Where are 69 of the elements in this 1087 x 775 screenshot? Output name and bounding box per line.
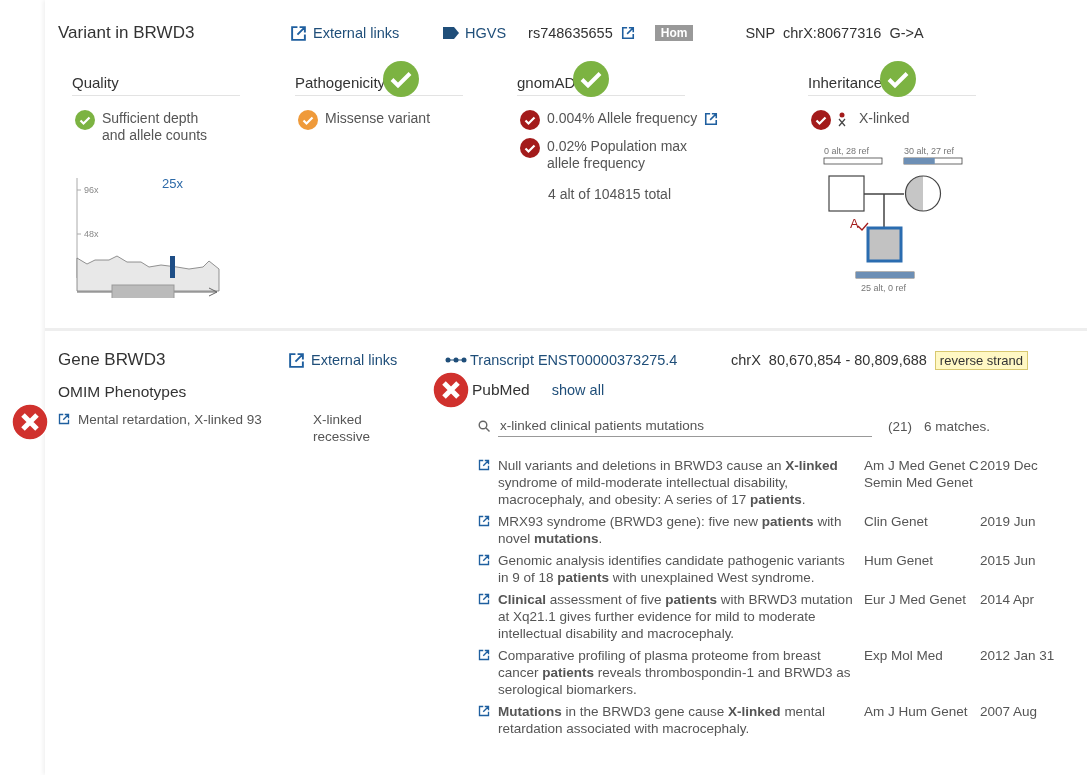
coverage-chart: 96x 48x 25x: [72, 168, 222, 298]
article-title: Null variants and deletions in BRWD3 cause an X-linked syndrome of mild-moderate intellectual disability, macrocephaly, and obesity: A series of 17 patients.: [498, 457, 839, 508]
variant-title: Variant in BRWD3: [58, 23, 196, 43]
criterion-text: X-linked: [859, 110, 910, 127]
x-chromosome-icon: [838, 112, 846, 128]
journal-name: Hum Genet: [864, 552, 935, 570]
allele-bar: [903, 157, 963, 165]
criterion-title: Quality: [72, 74, 119, 91]
publication-date: 2014 Apr: [980, 591, 1036, 609]
publication-date: 2007 Aug: [980, 703, 1039, 721]
external-links-link[interactable]: External links: [288, 351, 445, 369]
journal-name: Am J Hum Genet: [864, 703, 969, 721]
publication-date: 2015 Jun: [980, 552, 1037, 570]
hgvs-link[interactable]: HGVS: [443, 25, 507, 41]
external-link-icon: [290, 24, 307, 42]
transcript-link[interactable]: Transcript ENST00000373275.4: [445, 352, 731, 368]
zygosity-badge: Hom: [654, 25, 694, 41]
allele-bar: [823, 157, 883, 165]
criterion-text: 0.004% Allele frequency: [547, 110, 698, 127]
criterion-title: Pathogenicity: [295, 74, 386, 91]
journal-name: Exp Mol Med: [864, 647, 944, 665]
result-count: (21): [888, 418, 912, 434]
pedigree-drawing: 0 alt, 28 ref 30 alt, 27 ref A 25 alt, 0 ref: [816, 144, 976, 304]
frequency-link[interactable]: [704, 110, 719, 126]
criterion-title: gnomAD: [517, 74, 576, 91]
chromosome-text: chrX: [731, 352, 761, 368]
criterion-text: Sufficient depth and allele counts: [102, 110, 209, 144]
criterion-text: Missense variant: [325, 110, 431, 127]
article-title: MRX93 syndrome (BRWD3 gene): five new patients with novel mutations.: [498, 513, 843, 547]
external-link-icon: [704, 112, 719, 126]
external-link-icon: [288, 351, 305, 369]
publication-date: 2012 Jan 31: [980, 647, 1056, 665]
phenotype-name: Mental retardation, X-linked 93: [78, 411, 263, 429]
external-link-icon: [478, 459, 490, 471]
external-links-link[interactable]: External links: [290, 24, 443, 42]
journal-name: Clin Genet: [864, 513, 929, 531]
strand-badge: reverse strand: [934, 350, 1028, 370]
rsid-link[interactable]: [620, 26, 635, 40]
tag-icon: [443, 27, 459, 39]
journal-name: Am J Med Genet C Semin Med Genet: [864, 457, 980, 492]
external-link-icon: [58, 413, 70, 425]
inheritance-text: X-linked recessive: [313, 411, 372, 445]
pubmed-title: PubMed: [472, 381, 530, 399]
external-link-icon: [478, 554, 490, 566]
allele-bar: [855, 271, 915, 279]
criterion-title: Inheritance: [808, 74, 883, 91]
external-link-icon: [478, 515, 490, 527]
article-title: Clinical assessment of five patients with BRWD3 mutation at Xq21.1 gives further evidence for mild to moderate intellectual disability and macrocephaly.: [498, 591, 854, 642]
show-all-link[interactable]: show all: [551, 382, 605, 398]
rsid-text: rs748635655: [528, 25, 613, 41]
article-title: Genomic analysis identifies candidate pathogenic variants in 9 of 18 patients with unexplained West syndrome.: [498, 552, 846, 586]
gene-title: Gene BRWD3: [58, 350, 167, 370]
journal-name: Eur J Med Genet: [864, 591, 968, 609]
publication-date: 2019 Jun: [980, 513, 1037, 531]
allele-count: 4 alt of 104815 total: [548, 186, 672, 202]
external-link-icon: [620, 26, 635, 40]
article-title: Mutations in the BRWD3 gene cause X-linked mental retardation associated with macrocephaly.: [498, 703, 826, 737]
match-count: 6 matches.: [924, 418, 991, 434]
omim-title: OMIM Phenotypes: [58, 383, 187, 400]
position-range: 80,670,854 - 80,809,688: [768, 352, 927, 368]
transcript-icon: [445, 356, 467, 364]
external-link-icon: [478, 649, 490, 661]
search-icon: [478, 420, 490, 432]
article-title: Comparative profiling of plasma proteome from breast cancer patients reveals thrombospondin-1 and BRWD3 as serological biomarkers.: [498, 647, 852, 698]
external-link-icon: [478, 593, 490, 605]
external-link-icon: [478, 705, 490, 717]
snp-text: SNP chrX:80677316 G->A: [745, 25, 924, 41]
publication-date: 2019 Dec: [980, 457, 1039, 475]
criterion-text: 0.02% Population max allele frequency: [547, 138, 689, 172]
